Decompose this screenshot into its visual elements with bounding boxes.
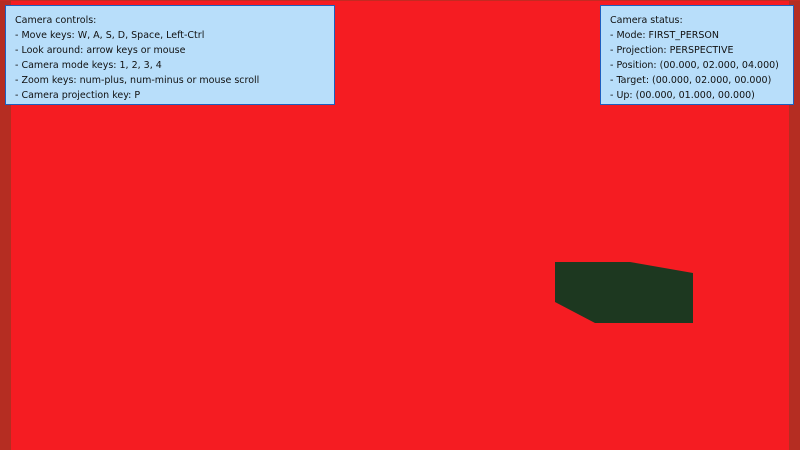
- camera-projection-status: - Projection: PERSPECTIVE: [610, 45, 734, 56]
- camera-up-status: - Up: (00.000, 01.000, 00.000): [610, 90, 755, 101]
- zoom-keys-text: - Zoom keys: num-plus, num-minus or mous…: [15, 75, 260, 86]
- camera-mode-keys-text: - Camera mode keys: 1, 2, 3, 4: [15, 60, 162, 71]
- projection-key-text: - Camera projection key: P: [15, 90, 141, 101]
- camera-status-title: Camera status:: [610, 15, 683, 26]
- camera-controls-title: Camera controls:: [15, 15, 97, 26]
- camera-target-status: - Target: (00.000, 02.000, 00.000): [610, 75, 772, 86]
- camera-controls-panel: Camera controls: - Move keys: W, A, S, D…: [5, 5, 335, 105]
- camera-position-status: - Position: (00.000, 02.000, 04.000): [610, 60, 779, 71]
- look-around-text: - Look around: arrow keys or mouse: [15, 45, 186, 56]
- move-keys-text: - Move keys: W, A, S, D, Space, Left-Ctr…: [15, 30, 205, 41]
- camera-mode-status: - Mode: FIRST_PERSON: [610, 30, 719, 41]
- camera-status-panel: Camera status: - Mode: FIRST_PERSON - Pr…: [600, 5, 794, 105]
